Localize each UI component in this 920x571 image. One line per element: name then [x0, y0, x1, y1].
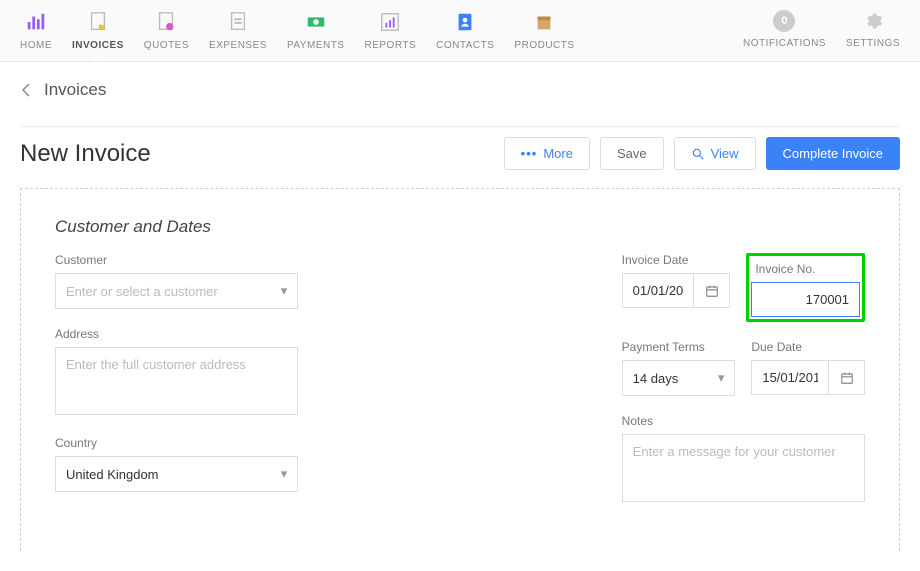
invoice-no-highlight: Invoice No. — [746, 253, 865, 322]
country-label: Country — [55, 436, 298, 450]
complete-invoice-button[interactable]: Complete Invoice — [766, 137, 900, 170]
home-chart-icon — [24, 10, 48, 34]
nav-reports[interactable]: REPORTS — [364, 10, 416, 51]
address-input[interactable] — [55, 347, 298, 415]
reports-chart-icon — [378, 10, 402, 34]
products-box-icon — [532, 10, 556, 34]
calendar-icon — [705, 284, 719, 298]
payment-terms-label: Payment Terms — [622, 340, 736, 354]
more-label: More — [543, 146, 573, 161]
nav-label: INVOICES — [72, 40, 124, 51]
view-button[interactable]: View — [674, 137, 756, 170]
nav-notifications[interactable]: 0 NOTIFICATIONS — [743, 10, 826, 49]
due-date-label: Due Date — [751, 340, 865, 354]
nav-label: NOTIFICATIONS — [743, 38, 826, 49]
top-navbar: HOME INVOICES QUOTES EXPENSES PAYMENTS R… — [0, 0, 920, 62]
section-title: Customer and Dates — [55, 217, 865, 237]
invoice-date-input[interactable] — [622, 273, 695, 308]
notes-label: Notes — [622, 414, 865, 428]
notification-count-badge: 0 — [773, 10, 795, 32]
save-button[interactable]: Save — [600, 137, 664, 170]
more-button[interactable]: ••• More — [504, 137, 590, 170]
nav-home[interactable]: HOME — [20, 10, 52, 51]
nav-label: PRODUCTS — [514, 40, 574, 51]
payment-terms-value: 14 days — [633, 371, 679, 386]
due-date-input[interactable] — [751, 360, 829, 395]
search-icon — [691, 147, 705, 161]
dots-icon: ••• — [521, 146, 538, 161]
nav-quotes[interactable]: QUOTES — [144, 10, 189, 51]
country-select[interactable]: United Kingdom ▾ — [55, 456, 298, 492]
payments-cash-icon — [304, 10, 328, 34]
caret-down-icon: ▾ — [718, 370, 725, 386]
address-label: Address — [55, 327, 298, 341]
page-title: New Invoice — [20, 140, 494, 168]
customer-label: Customer — [55, 253, 298, 267]
gear-icon — [862, 10, 884, 32]
nav-label: HOME — [20, 40, 52, 51]
nav-label: CONTACTS — [436, 40, 494, 51]
nav-payments[interactable]: PAYMENTS — [287, 10, 345, 51]
nav-label: REPORTS — [364, 40, 416, 51]
nav-settings[interactable]: SETTINGS — [846, 10, 900, 49]
nav-invoices[interactable]: INVOICES — [72, 10, 124, 51]
quote-doc-icon — [154, 10, 178, 34]
date-picker-button[interactable] — [829, 360, 865, 395]
country-value: United Kingdom — [66, 467, 159, 482]
view-label: View — [711, 146, 739, 161]
payment-terms-select[interactable]: 14 days ▾ — [622, 360, 736, 396]
nav-label: QUOTES — [144, 40, 189, 51]
expenses-doc-icon — [226, 10, 250, 34]
nav-products[interactable]: PRODUCTS — [514, 10, 574, 51]
invoice-no-label: Invoice No. — [755, 262, 860, 276]
breadcrumb[interactable]: Invoices — [20, 80, 900, 100]
customer-placeholder: Enter or select a customer — [66, 284, 218, 299]
invoice-date-label: Invoice Date — [622, 253, 731, 267]
nav-label: SETTINGS — [846, 38, 900, 49]
caret-down-icon: ▾ — [281, 466, 288, 482]
calendar-icon — [840, 371, 854, 385]
breadcrumb-label: Invoices — [44, 80, 106, 100]
invoice-no-input[interactable] — [751, 282, 860, 317]
contacts-icon — [453, 10, 477, 34]
notes-input[interactable] — [622, 434, 865, 502]
invoice-doc-icon — [86, 10, 110, 34]
chevron-left-icon — [20, 82, 32, 98]
nav-label: PAYMENTS — [287, 40, 345, 51]
date-picker-button[interactable] — [694, 273, 730, 308]
nav-expenses[interactable]: EXPENSES — [209, 10, 267, 51]
form-panel: Customer and Dates Customer Enter or sel… — [20, 188, 900, 551]
nav-contacts[interactable]: CONTACTS — [436, 10, 494, 51]
caret-down-icon: ▾ — [281, 283, 288, 299]
nav-label: EXPENSES — [209, 40, 267, 51]
customer-select[interactable]: Enter or select a customer ▾ — [55, 273, 298, 309]
